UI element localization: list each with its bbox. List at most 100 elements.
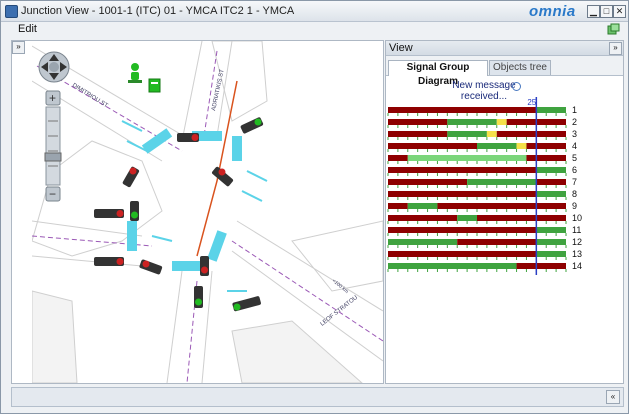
junction-view-window: Junction View - 1001-1 (ITC) 01 - YMCA I…: [0, 0, 629, 414]
window-title: Junction View - 1001-1 (ITC) 01 - YMCA I…: [21, 5, 295, 17]
signal-segment: [467, 179, 537, 185]
road-edge: [166, 270, 183, 383]
signal-segment: [388, 119, 448, 125]
signal-head: [94, 209, 124, 218]
signal-segment: [388, 191, 537, 197]
signal-group-label: 9: [572, 201, 577, 211]
signal-group-diagram: 123456789101112131425: [387, 97, 582, 275]
signal-group-label: 3: [572, 129, 577, 139]
building: [32, 290, 78, 383]
signal-segment: [496, 119, 507, 125]
signal-segment: [536, 191, 566, 197]
street-label: DIMITRIOU ST: [71, 83, 109, 110]
signal-segment: [447, 131, 487, 137]
omnia-logo: omnia: [529, 3, 576, 20]
signal-segment: [388, 179, 468, 185]
signal-segment: [477, 215, 566, 221]
signal-segment: [437, 203, 566, 209]
title-bar: Junction View - 1001-1 (ITC) 01 - YMCA I…: [1, 1, 628, 22]
menu-bar: Edit: [1, 22, 628, 37]
signal-group-label: 14: [572, 261, 582, 271]
svg-text:−: −: [49, 187, 56, 201]
signal-segment: [407, 155, 527, 161]
signal-segment: [536, 227, 566, 233]
signal-head: [130, 201, 139, 221]
signal-segment: [526, 155, 566, 161]
pan-control: [38, 51, 70, 83]
signal-segment: [388, 155, 408, 161]
signal-segment: [388, 203, 408, 209]
message-icon[interactable]: [512, 82, 521, 91]
time-marker-label: 25: [527, 98, 536, 107]
export-icon[interactable]: [607, 23, 620, 35]
signal-segment: [496, 131, 566, 137]
signal-segment: [516, 143, 527, 149]
status-bar: «: [11, 387, 624, 407]
map-panel: » DIMITRIOU ST ADRIATIKIS ST LEOF STRATO…: [11, 40, 384, 384]
signal-head: [232, 296, 261, 312]
signal-segment: [486, 131, 497, 137]
view-header: View »: [386, 41, 623, 56]
signal-head: [212, 166, 234, 187]
signal-segment: [536, 239, 566, 245]
tab-signal-group-diagram[interactable]: Signal Group Diagram: [388, 60, 488, 87]
document-icon: [148, 78, 161, 93]
signal-group-label: 12: [572, 237, 582, 247]
view-panel: View » Signal Group Diagram Objects tree…: [385, 40, 624, 384]
zoom-control: + −: [44, 90, 62, 202]
signal-group-label: 1: [572, 105, 577, 115]
signal-head: [240, 117, 264, 134]
signal-segment: [407, 203, 438, 209]
road-edge: [181, 41, 203, 142]
building: [231, 320, 363, 383]
signal-segment: [477, 143, 517, 149]
junction-map[interactable]: DIMITRIOU ST ADRIATIKIS ST LEOF STRATOU …: [32, 41, 383, 383]
signal-segment: [388, 167, 537, 173]
signal-segment: [388, 263, 517, 269]
signal-head: [94, 257, 124, 266]
road-edge: [201, 270, 213, 383]
signal-segment: [388, 251, 537, 257]
signal-segment: [457, 239, 537, 245]
minimize-button[interactable]: ▁: [587, 5, 600, 18]
signal-segment: [388, 143, 477, 149]
road-edge: [32, 255, 143, 267]
pedestrian-icon: [128, 63, 142, 83]
menu-edit[interactable]: Edit: [18, 23, 37, 35]
collapse-view-button[interactable]: »: [609, 42, 622, 55]
signal-segment: [388, 131, 448, 137]
maximize-button[interactable]: □: [600, 5, 613, 18]
collapse-map-button[interactable]: »: [12, 41, 25, 54]
signal-group-label: 8: [572, 189, 577, 199]
view-title: View: [389, 42, 413, 54]
signal-head: [139, 259, 163, 275]
signal-segment: [516, 263, 566, 269]
signal-segment: [457, 215, 477, 221]
svg-text:+: +: [49, 91, 56, 105]
signal-segment: [388, 227, 537, 233]
signal-group-label: 11: [572, 225, 581, 235]
signal-segment: [536, 167, 566, 173]
signal-segment: [526, 143, 566, 149]
signal-segment: [388, 215, 458, 221]
signal-head: [194, 286, 203, 308]
signal-head: [177, 133, 199, 142]
signal-group-label: 13: [572, 249, 582, 259]
signal-segment: [447, 119, 497, 125]
signal-segment: [536, 179, 566, 185]
signal-group-label: 5: [572, 153, 577, 163]
signal-segment: [388, 107, 537, 113]
signal-group-label: 7: [572, 177, 577, 187]
view-tabs: Signal Group Diagram Objects tree: [386, 56, 623, 87]
app-icon: [5, 5, 18, 18]
tab-objects-tree[interactable]: Objects tree: [489, 60, 551, 75]
signal-head: [200, 256, 209, 276]
signal-segment: [536, 107, 566, 113]
close-button[interactable]: ✕: [613, 5, 626, 18]
expand-up-button[interactable]: «: [606, 390, 620, 404]
signal-group-label: 4: [572, 141, 577, 151]
signal-group-label: 2: [572, 117, 577, 127]
signal-group-label: 6: [572, 165, 577, 175]
street-label: LEOF STRATOU: [320, 295, 360, 328]
signal-group-label: 10: [572, 213, 582, 223]
